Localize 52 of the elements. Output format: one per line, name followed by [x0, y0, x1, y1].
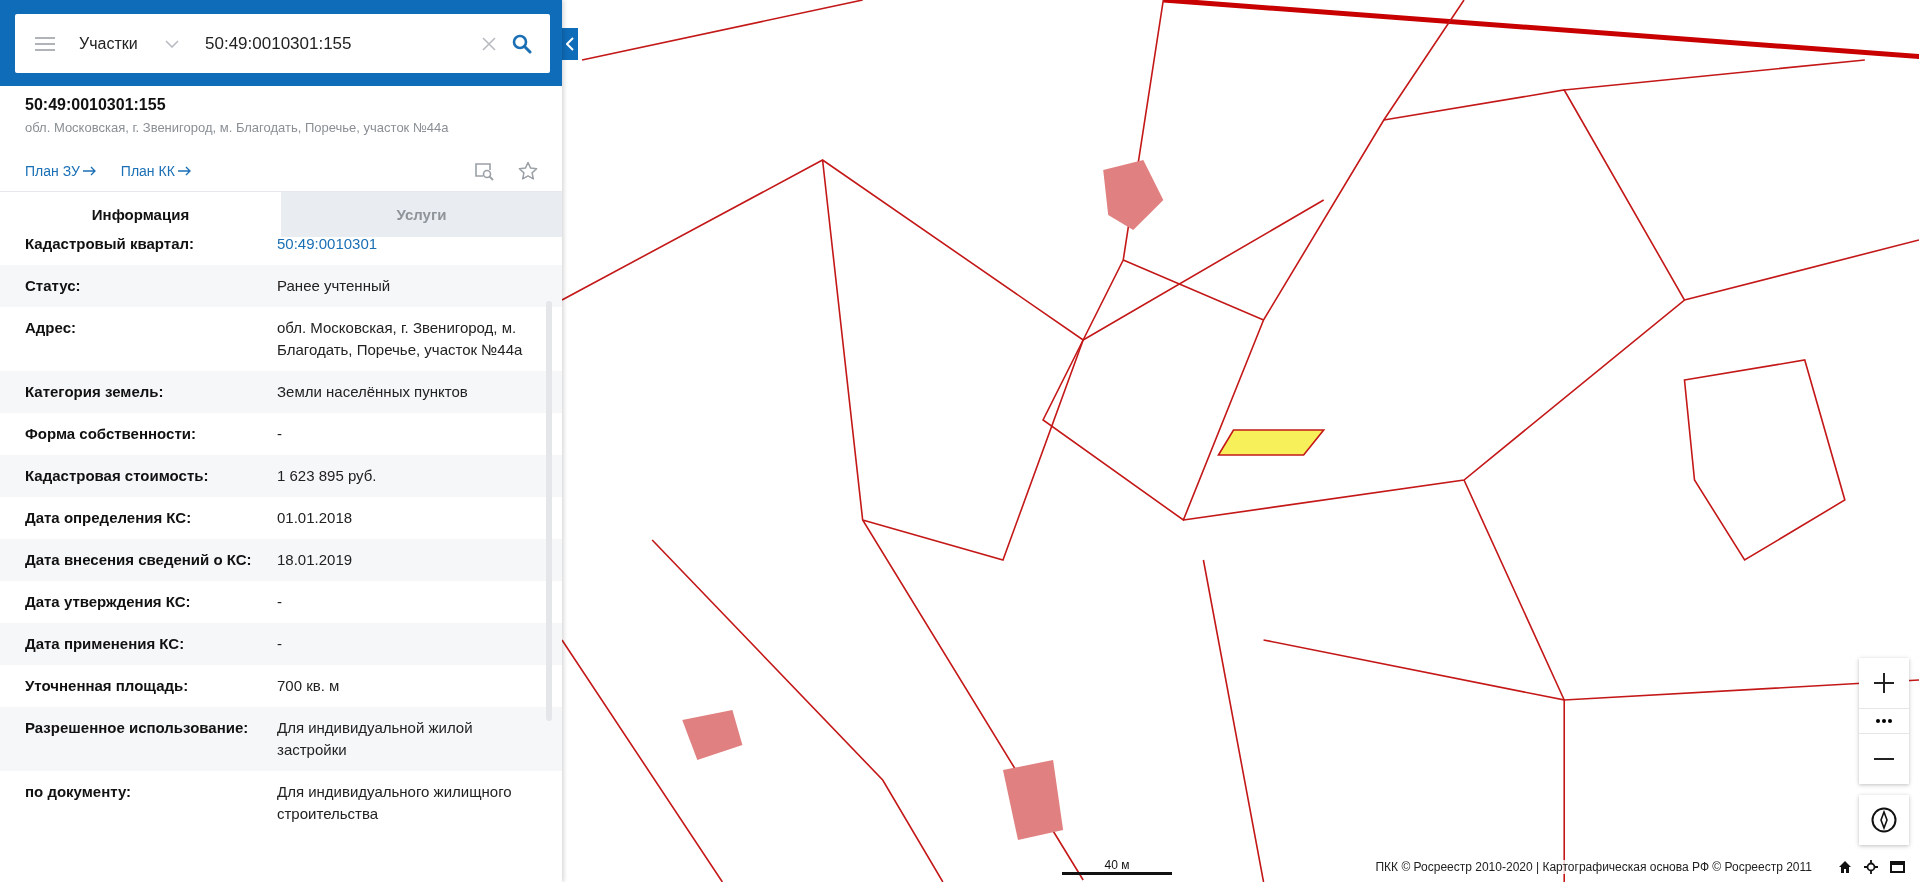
- plus-icon: [1874, 673, 1894, 693]
- compass-button[interactable]: [1859, 795, 1909, 845]
- star-icon[interactable]: [518, 161, 538, 181]
- attribute-value: 18.01.2019: [277, 550, 354, 570]
- attribution-text: ПКК © Росреестр 2010-2020 | Картографическая основа РФ © Росреестр 2011: [1375, 860, 1812, 874]
- attribute-value: -: [277, 424, 283, 444]
- minus-icon: [1874, 758, 1894, 760]
- plan-link[interactable]: План КК: [120, 163, 192, 179]
- attribute-value: 1 623 895 руб.: [277, 466, 378, 486]
- attribute-value: Для индивидуальной жилой застройки: [277, 718, 474, 760]
- more-button[interactable]: [1859, 708, 1909, 734]
- crosshair-icon[interactable]: [1864, 860, 1878, 874]
- scrollbar[interactable]: [546, 301, 552, 721]
- attribute-label: Уточненная площадь:: [25, 676, 190, 696]
- attribute-label: Дата применения КС:: [25, 634, 186, 654]
- window-icon[interactable]: [1890, 861, 1905, 873]
- attribute-label: Кадастровый квартал:: [25, 237, 196, 254]
- attribute-label: Статус:: [25, 276, 82, 296]
- attribute-label: Дата внесения сведений о КС:: [25, 550, 253, 570]
- parcel-number: 50:49:0010301:155: [25, 96, 167, 114]
- chevron-left-icon: [566, 37, 574, 51]
- attribute-label: Категория земель:: [25, 382, 165, 402]
- zoom-in-button[interactable]: [1859, 658, 1909, 708]
- plan-link[interactable]: План ЗУ: [25, 163, 97, 179]
- attribute-label: Форма собственности:: [25, 424, 197, 444]
- category-dropdown[interactable]: Участки: [79, 34, 149, 53]
- attribute-link[interactable]: 50:49:0010301: [277, 237, 538, 255]
- attribute-label: по документу:: [25, 782, 133, 802]
- attribute-value: -: [277, 592, 283, 612]
- attribute-label: Дата определения КС:: [25, 508, 193, 528]
- arrow-right-icon: [177, 166, 192, 176]
- attribute-value: обл. Московская, г. Звенигород, м. Благодать, Поречье, участок №44а: [277, 318, 524, 360]
- parcel-address: обл. Московская, г. Звенигород, м. Благодать, Поречье, участок №44а: [25, 120, 450, 135]
- attribute-value: 700 кв. м: [277, 676, 341, 696]
- chevron-down-icon: [165, 39, 179, 48]
- attribute-label: Адрес:: [25, 318, 77, 338]
- map-search-icon[interactable]: [474, 161, 494, 181]
- home-icon[interactable]: [1838, 860, 1852, 874]
- attribute-value: Земли населённых пунктов: [277, 382, 469, 402]
- search-icon[interactable]: [512, 33, 532, 54]
- attribute-value: -: [277, 634, 283, 654]
- attribute-value: 01.01.2018: [277, 508, 354, 528]
- attribute-label: Дата утверждения КС:: [25, 592, 192, 612]
- attribute-label: Кадастровая стоимость:: [25, 466, 210, 486]
- arrow-right-icon: [82, 166, 97, 176]
- collapse-panel-button[interactable]: [562, 28, 578, 60]
- scale-label: 40 м: [1104, 858, 1130, 872]
- attribute-value: Ранее учтенный: [277, 276, 392, 296]
- more-icon: [1876, 719, 1892, 723]
- attribute-value: Для индивидуального жилищного строительства: [277, 782, 513, 824]
- attribute-label: Разрешенное использование:: [25, 718, 250, 738]
- compass-icon: [1871, 807, 1897, 833]
